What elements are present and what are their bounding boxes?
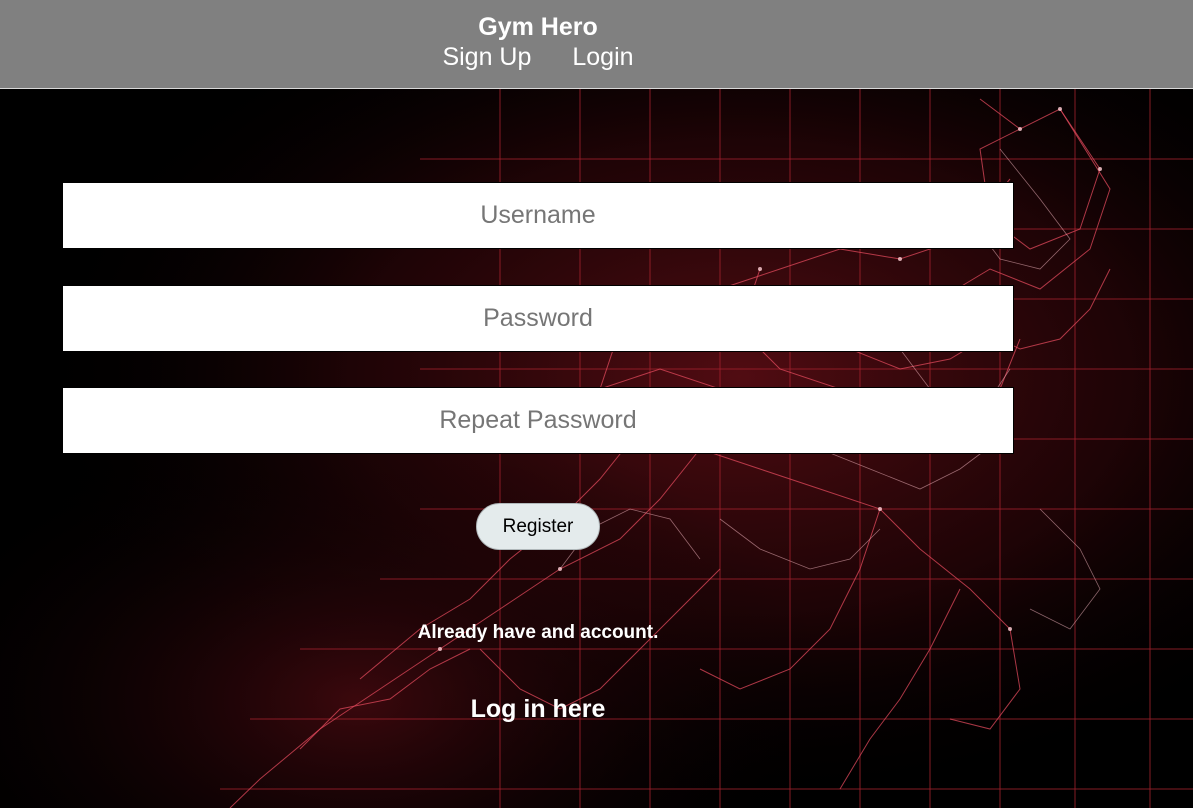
- repeat-password-input[interactable]: [62, 387, 1014, 454]
- nav-sign-up-link[interactable]: Sign Up: [442, 43, 531, 71]
- nav-login-link[interactable]: Login: [572, 43, 633, 71]
- login-link-container: Log in here: [0, 695, 1076, 724]
- nav-links: Sign Up Login: [0, 42, 1076, 72]
- app-title: Gym Hero: [478, 13, 598, 41]
- password-input[interactable]: [62, 285, 1014, 352]
- log-in-here-link[interactable]: Log in here: [471, 695, 606, 723]
- register-button[interactable]: Register: [476, 503, 600, 550]
- already-have-account-text: Already have and account.: [417, 622, 659, 643]
- username-input[interactable]: [62, 182, 1014, 249]
- top-navbar: Gym Hero Sign Up Login: [0, 0, 1193, 89]
